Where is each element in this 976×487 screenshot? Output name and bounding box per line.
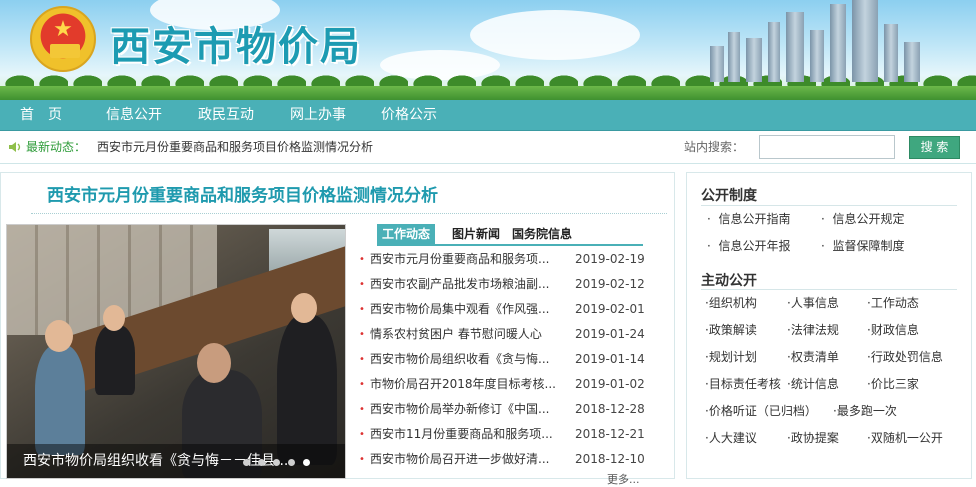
speaker-icon — [9, 142, 21, 152]
divider — [701, 205, 957, 206]
sidebar-link[interactable]: ·工作动态 — [867, 294, 919, 311]
news-title[interactable]: 西安市物价局组织收看《贪与悔... — [370, 347, 560, 372]
search-button[interactable]: 搜 索 — [909, 136, 960, 159]
cloud-decoration — [470, 10, 640, 60]
slide-dot[interactable] — [243, 459, 250, 466]
news-date: 2019-01-14 — [575, 352, 645, 366]
header-banner: ★ 西安市物价局 — [0, 0, 976, 100]
bullet-icon: • — [359, 404, 365, 415]
nav-online-services[interactable]: 网上办事 — [290, 100, 346, 131]
bullet-icon: • — [359, 379, 365, 390]
slideshow-dots — [243, 455, 318, 469]
news-date: 2018-12-28 — [575, 402, 645, 416]
news-title[interactable]: 西安市物价局集中观看《作风强... — [370, 297, 560, 322]
news-title[interactable]: 西安市元月份重要商品和服务项... — [370, 247, 560, 272]
news-title[interactable]: 西安市农副产品批发市场粮油副... — [370, 272, 560, 297]
news-date: 2019-02-01 — [575, 302, 645, 316]
sidebar: 公开制度 · 信息公开指南 · 信息公开规定 · 信息公开年报 · 监督保障制度… — [686, 172, 972, 479]
search-input[interactable] — [759, 135, 895, 159]
list-item[interactable]: • 西安市物价局组织收看《贪与悔... 2019-01-14 — [359, 347, 649, 372]
news-title[interactable]: 西安市物价局召开进一步做好清... — [370, 447, 560, 472]
list-item[interactable]: • 西安市农副产品批发市场粮油副... 2019-02-12 — [359, 272, 649, 297]
featured-article-title[interactable]: 西安市元月份重要商品和服务项目价格监测情况分析 — [47, 181, 438, 206]
bullet-icon: • — [359, 304, 365, 315]
nav-price-notice[interactable]: 价格公示 — [381, 100, 437, 131]
list-item[interactable]: • 西安市物价局集中观看《作风强... 2019-02-01 — [359, 297, 649, 322]
sidebar-heading-disclosure-rules: 公开制度 — [701, 188, 757, 204]
sidebar-link[interactable]: ·目标责任考核 — [705, 375, 781, 392]
slide-dot-active[interactable] — [303, 459, 310, 466]
list-item[interactable]: • 西安市11月份重要商品和服务项... 2018-12-21 — [359, 422, 649, 447]
slide-dot[interactable] — [258, 459, 265, 466]
tab-photo-news[interactable]: 图片新闻 — [452, 224, 500, 244]
list-item[interactable]: • 西安市物价局举办新修订《中国... 2018-12-28 — [359, 397, 649, 422]
bullet-icon: • — [359, 429, 365, 440]
list-item[interactable]: • 市物价局召开2018年度目标考核... 2019-01-02 — [359, 372, 649, 397]
sidebar-link[interactable]: ·财政信息 — [867, 321, 919, 338]
list-item[interactable]: • 西安市元月份重要商品和服务项... 2019-02-19 — [359, 247, 649, 272]
nav-info-disclosure[interactable]: 信息公开 — [106, 100, 162, 131]
bullet-icon: • — [359, 279, 365, 290]
news-date: 2018-12-10 — [575, 452, 645, 466]
national-emblem-logo: ★ — [30, 6, 96, 72]
tab-work-news[interactable]: 工作动态 — [377, 224, 436, 244]
list-item[interactable]: • 西安市物价局召开进一步做好清... 2018-12-10 — [359, 447, 649, 472]
sidebar-link[interactable]: ·人事信息 — [787, 294, 839, 311]
bullet-icon: • — [359, 329, 365, 340]
news-date: 2019-01-24 — [575, 327, 645, 341]
bullet-icon: • — [359, 454, 365, 465]
bullet-icon: • — [359, 254, 365, 265]
divider — [31, 213, 667, 214]
ticker-label: 最新动态： — [26, 140, 87, 154]
nav-public-interaction[interactable]: 政民互动 — [198, 100, 254, 131]
sidebar-link[interactable]: · 信息公开规定 — [821, 210, 904, 227]
news-title[interactable]: 市物价局召开2018年度目标考核... — [370, 372, 560, 397]
news-date: 2018-12-21 — [575, 427, 645, 441]
sidebar-link[interactable]: ·规划计划 — [705, 348, 757, 365]
nav-home[interactable]: 首 页 — [20, 100, 62, 131]
sidebar-link[interactable]: ·统计信息 — [787, 375, 839, 392]
search-label: 站内搜索： — [684, 140, 745, 154]
sidebar-link[interactable]: ·双随机一公开 — [867, 429, 943, 446]
sidebar-link[interactable]: · 监督保障制度 — [821, 237, 904, 254]
sidebar-link[interactable]: ·组织机构 — [705, 294, 757, 311]
news-date: 2019-01-02 — [575, 377, 645, 391]
news-title[interactable]: 情系农村贫困户 春节慰问暖人心 — [370, 322, 560, 347]
sidebar-link[interactable]: ·权责清单 — [787, 348, 839, 365]
sidebar-link[interactable]: ·政协提案 — [787, 429, 839, 446]
sidebar-link[interactable]: ·价比三家 — [867, 375, 919, 392]
tab-state-council-info[interactable]: 国务院信息 — [512, 224, 572, 244]
sidebar-heading-proactive-disclosure: 主动公开 — [701, 273, 757, 289]
news-tabs: 工作动态 图片新闻 国务院信息 — [377, 224, 643, 246]
list-item[interactable]: • 情系农村贫困户 春节慰问暖人心 2019-01-24 — [359, 322, 649, 347]
news-list: • 西安市元月份重要商品和服务项... 2019-02-19 • 西安市农副产品批发市… — [359, 247, 649, 472]
sidebar-link[interactable]: ·政策解读 — [705, 321, 757, 338]
city-skyline — [710, 0, 940, 82]
news-date: 2019-02-12 — [575, 277, 645, 291]
news-ticker-bar: 最新动态： 西安市元月份重要商品和服务项目价格监测情况分析 站内搜索： 搜 索 — [0, 131, 976, 164]
slide-dot[interactable] — [273, 459, 280, 466]
main-panel: 西安市元月份重要商品和服务项目价格监测情况分析 西安市物价局组织收看《贪与悔－－… — [0, 172, 675, 486]
sidebar-link[interactable]: ·价格听证（已归档） — [705, 402, 817, 419]
news-title[interactable]: 西安市11月份重要商品和服务项... — [370, 422, 560, 447]
bullet-icon: • — [359, 354, 365, 365]
more-link[interactable]: 更多... — [607, 471, 640, 487]
sidebar-link[interactable]: · 信息公开指南 — [707, 210, 790, 227]
sidebar-link[interactable]: ·人大建议 — [705, 429, 757, 446]
main-nav: 首 页 信息公开 政民互动 网上办事 价格公示 — [0, 100, 976, 131]
news-title[interactable]: 西安市物价局举办新修订《中国... — [370, 397, 560, 422]
sidebar-link[interactable]: ·法律法规 — [787, 321, 839, 338]
photo-slideshow[interactable]: 西安市物价局组织收看《贪与悔－－佳县... — [6, 224, 346, 479]
sidebar-link[interactable]: ·最多跑一次 — [833, 402, 897, 419]
sidebar-link[interactable]: · 信息公开年报 — [707, 237, 790, 254]
grass-strip — [0, 86, 976, 100]
divider — [701, 289, 957, 290]
slide-dot[interactable] — [288, 459, 295, 466]
site-title: 西安市物价局 — [110, 23, 362, 70]
news-date: 2019-02-19 — [575, 252, 645, 266]
ticker-headline-link[interactable]: 西安市元月份重要商品和服务项目价格监测情况分析 — [97, 131, 373, 164]
sidebar-link[interactable]: ·行政处罚信息 — [867, 348, 943, 365]
